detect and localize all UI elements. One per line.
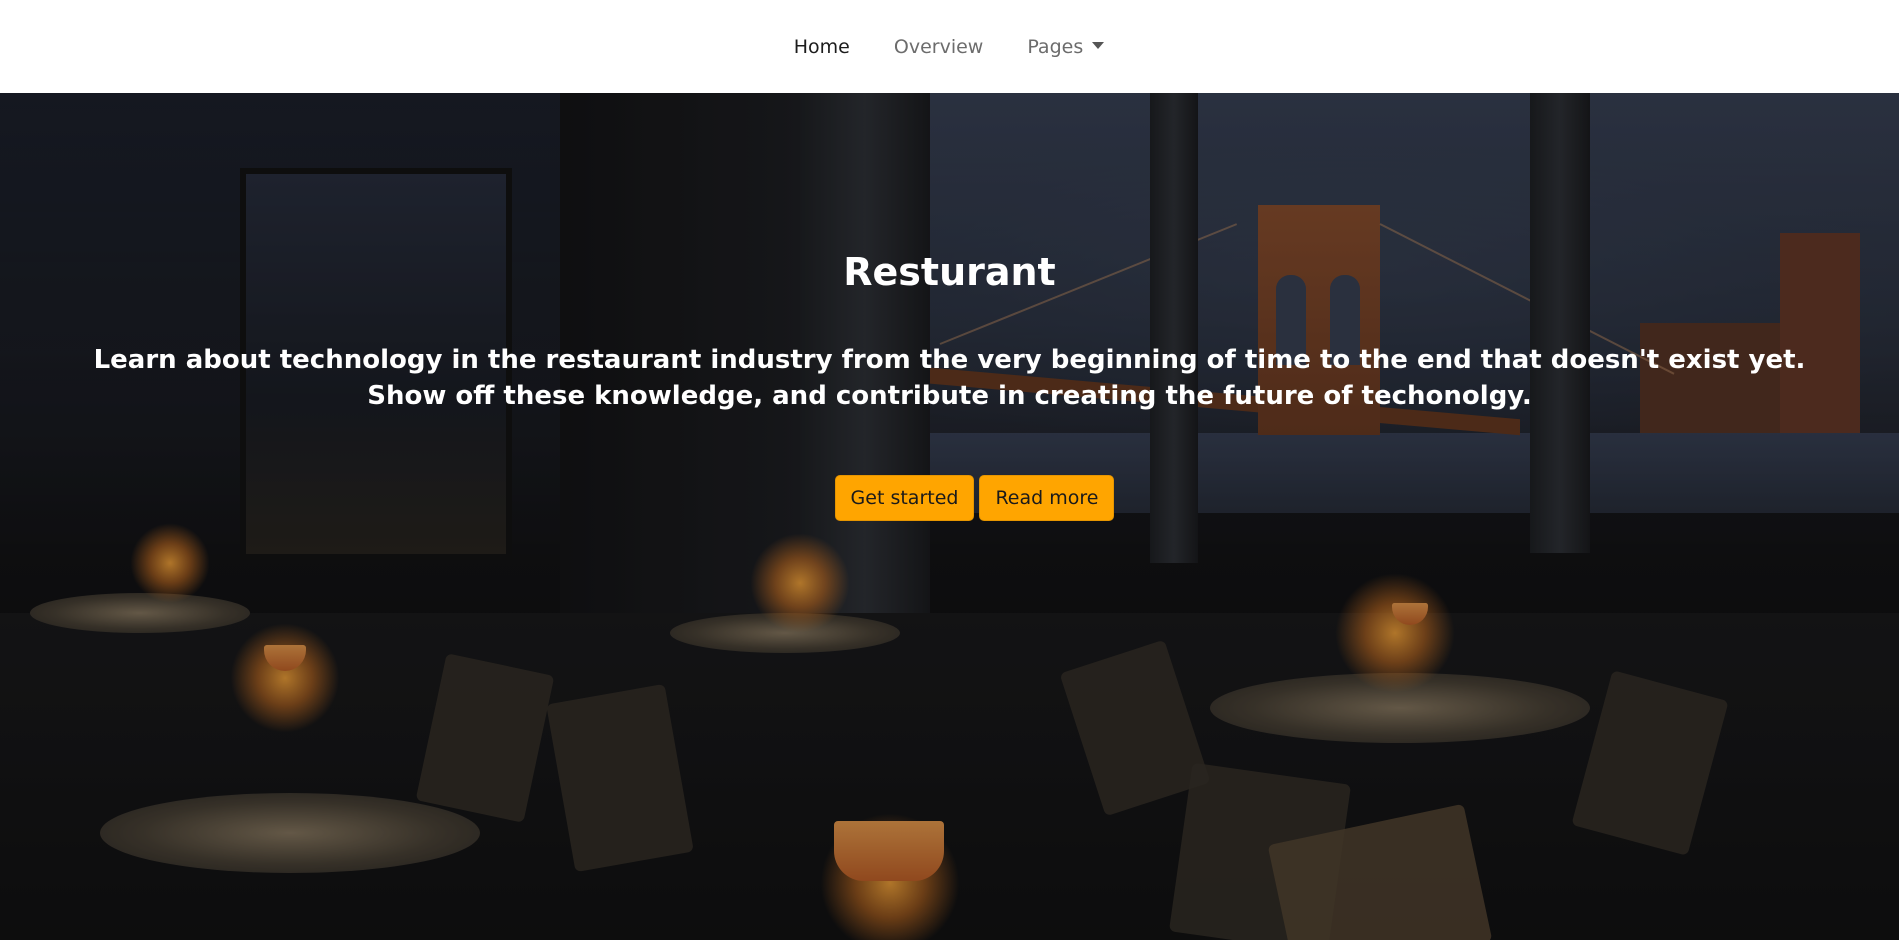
get-started-button[interactable]: Get started: [834, 475, 975, 521]
top-navbar: Home Overview Pages: [0, 0, 1899, 93]
caret-down-icon: [1092, 42, 1105, 49]
hero-section: Resturant Learn about technology in the …: [0, 93, 1899, 940]
nav-item-pages-dropdown[interactable]: Pages: [1005, 0, 1126, 93]
hero-description-line-2: Show off these knowledge, and contribute…: [367, 381, 1532, 411]
nav-item-home[interactable]: Home: [772, 0, 872, 93]
nav-item-pages-label: Pages: [1027, 35, 1084, 58]
hero-description-line-1: Learn about technology in the restaurant…: [93, 345, 1806, 375]
hero-title: Resturant: [843, 250, 1056, 294]
nav-item-overview-label: Overview: [893, 35, 984, 58]
nav-list: Home Overview Pages: [772, 0, 1126, 93]
read-more-button[interactable]: Read more: [979, 475, 1115, 521]
nav-item-overview[interactable]: Overview: [872, 0, 1005, 93]
hero-buttons: Get started Read more: [0, 475, 1899, 521]
nav-item-home-label: Home: [793, 35, 850, 58]
hero-description: Learn about technology in the restaurant…: [0, 342, 1899, 414]
